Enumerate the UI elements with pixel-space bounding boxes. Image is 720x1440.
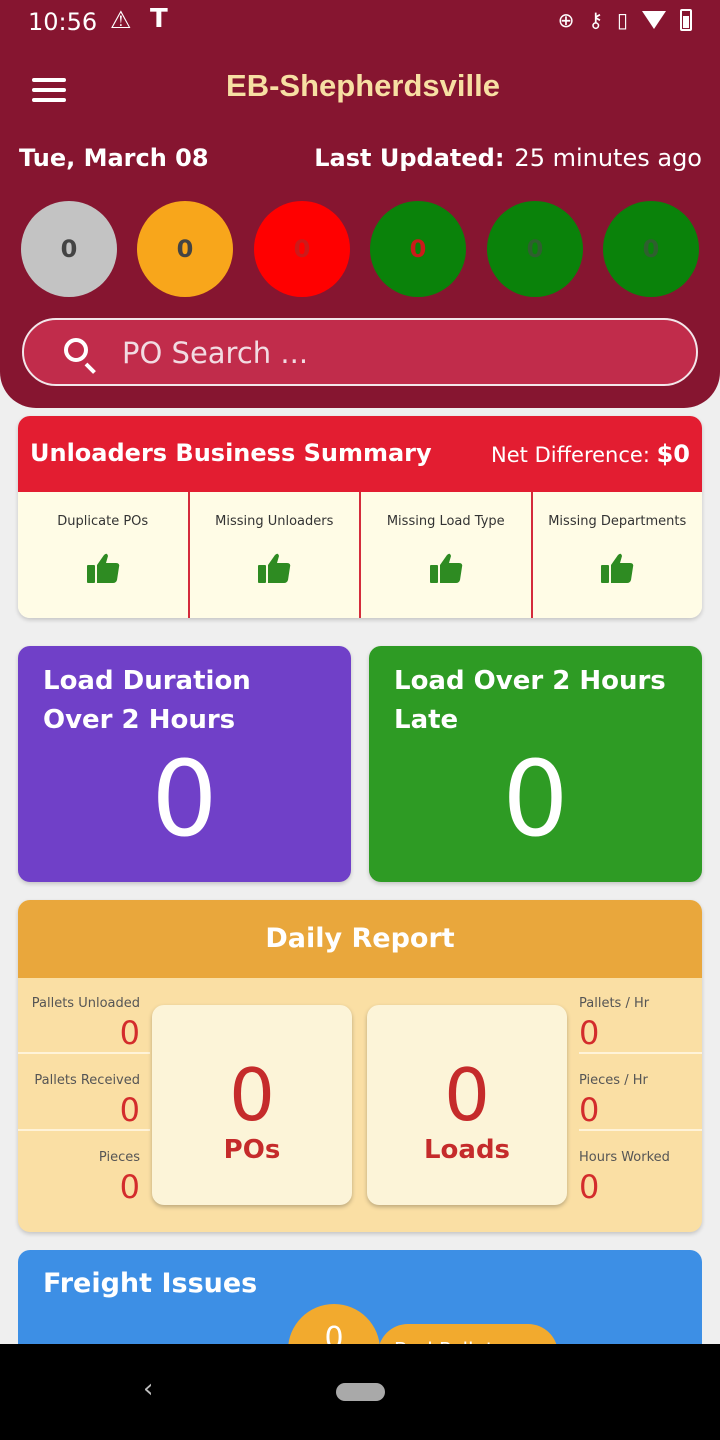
tile-title: Load Duration Over 2 Hours [43,666,251,735]
business-summary-card[interactable]: Unloaders Business Summary Net Differenc… [18,416,702,618]
loads-box[interactable]: 0 Loads [367,1005,567,1205]
metric-value: 0 [119,1168,140,1206]
metric-label: Pallets / Hr [579,996,650,1011]
metric-hours-worked: Hours Worked 0 [579,1132,702,1208]
metric-pallets-received: Pallets Received 0 [18,1055,150,1131]
status-circles: 0 0 0 0 0 0 [21,201,701,297]
pos-label: POs [223,1135,281,1165]
metric-label: Pieces [98,1150,140,1165]
metric-label: Pallets Unloaded [31,996,140,1011]
current-date: Tue, March 08 [19,144,209,172]
status-circle-orange[interactable]: 0 [137,201,233,297]
app-title: EB-Shepherdsville [226,68,500,103]
business-summary-cells: Duplicate POs Missing Unloaders Missing … [18,492,702,618]
status-circle-green-3[interactable]: 0 [603,201,699,297]
thumbs-up-icon [601,553,634,583]
freight-issues-title: Freight Issues [43,1268,258,1299]
status-circle-green-2[interactable]: 0 [487,201,583,297]
status-circle-green-1[interactable]: 0 [370,201,466,297]
status-icons: ⊕ ⚷ ▯ [558,8,692,32]
t-notification-icon: T [150,4,168,34]
tile-title: Load Over 2 Hours Late [394,666,666,735]
summary-cell-duplicate-pos[interactable]: Duplicate POs [18,492,190,618]
load-late-tile[interactable]: Load Over 2 Hours Late 0 [369,646,702,882]
data-saver-icon: ⊕ [557,8,575,32]
summary-cell-label: Duplicate POs [57,514,149,529]
last-updated: Last Updated: 25 minutes ago [314,144,702,172]
tile-value: 0 [502,738,569,860]
back-icon[interactable]: ‹ [143,1374,153,1404]
system-nav-bar: ‹ [0,1344,720,1440]
daily-report-title: Daily Report [18,900,702,978]
metric-label: Hours Worked [579,1150,670,1165]
last-updated-value: 25 minutes ago [514,144,702,172]
status-circle-gray[interactable]: 0 [21,201,117,297]
metric-value: 0 [579,1091,600,1129]
search-placeholder: PO Search ... [122,336,309,370]
metric-value: 0 [579,1014,600,1052]
battery-icon [680,9,692,31]
warning-icon: ⚠ [110,6,132,34]
load-duration-tile[interactable]: Load Duration Over 2 Hours 0 [18,646,351,882]
thumbs-up-icon [86,553,119,583]
daily-report-card: Daily Report Pallets Unloaded 0 Pallets … [18,900,702,1232]
summary-cell-label: Missing Departments [548,514,687,529]
wifi-icon [642,11,666,29]
business-summary-title: Unloaders Business Summary [30,439,432,467]
summary-cell-label: Missing Load Type [386,514,505,529]
metric-pallets-per-hr: Pallets / Hr 0 [579,978,702,1054]
loads-count: 0 [444,1053,490,1137]
metric-value: 0 [579,1168,600,1206]
tile-value: 0 [151,738,218,860]
summary-cell-missing-load-type[interactable]: Missing Load Type [361,492,533,618]
home-pill-icon[interactable] [336,1383,385,1401]
pos-count: 0 [229,1053,275,1137]
net-difference-label: Net Difference: [491,443,650,467]
metric-value: 0 [119,1091,140,1129]
metric-pieces-per-hr: Pieces / Hr 0 [579,1055,702,1131]
vpn-key-icon: ⚷ [588,8,603,32]
business-summary-header: Unloaders Business Summary Net Differenc… [18,416,702,492]
metric-pallets-unloaded: Pallets Unloaded 0 [18,978,150,1054]
thumbs-up-icon [429,553,462,583]
net-difference-value: $0 [656,440,690,468]
metric-label: Pallets Received [34,1073,140,1088]
metric-value: 0 [119,1014,140,1052]
status-circle-red[interactable]: 0 [254,201,350,297]
search-icon [64,338,88,362]
status-time: 10:56 [28,8,98,36]
loads-label: Loads [423,1135,511,1165]
pos-box[interactable]: 0 POs [152,1005,352,1205]
last-updated-label: Last Updated: [314,144,505,172]
thumbs-up-icon [258,553,291,583]
summary-cell-missing-unloaders[interactable]: Missing Unloaders [189,492,361,618]
app-screen: 10:56 ⚠ T ⊕ ⚷ ▯ EB-Shepherdsville Tue, M… [0,0,720,1440]
header-panel: 10:56 ⚠ T ⊕ ⚷ ▯ EB-Shepherdsville Tue, M… [0,0,720,408]
summary-cell-missing-departments[interactable]: Missing Departments [532,492,702,618]
vibrate-icon: ▯ [616,8,628,32]
metric-pieces: Pieces 0 [18,1132,150,1208]
net-difference: Net Difference: $0 [491,440,690,468]
po-search-input[interactable]: PO Search ... [22,318,698,386]
summary-cell-label: Missing Unloaders [215,514,334,529]
status-bar: 10:56 ⚠ T ⊕ ⚷ ▯ [0,0,720,44]
metric-label: Pieces / Hr [579,1073,648,1088]
